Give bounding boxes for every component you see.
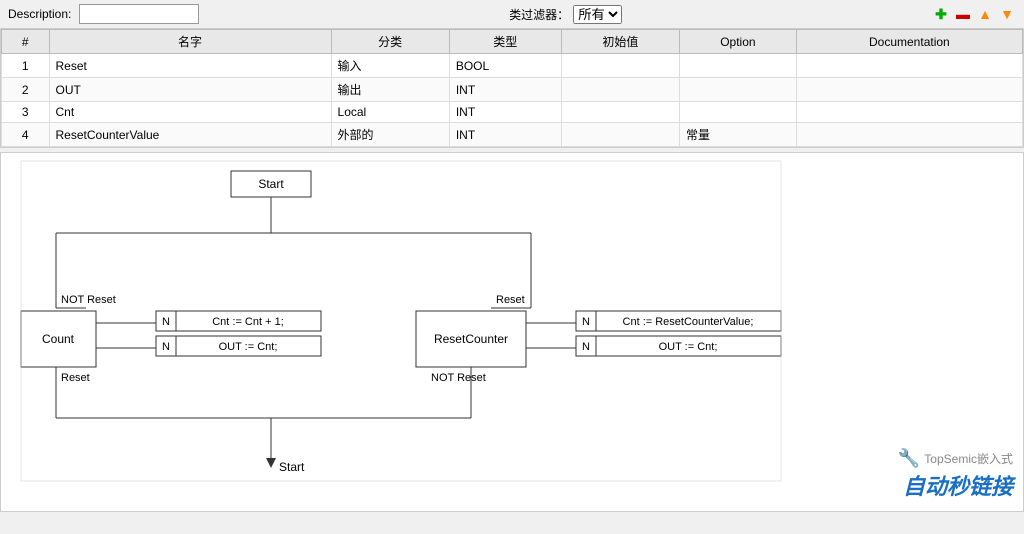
watermark: 🔧 TopSemic嵌入式 自动秒链接: [898, 448, 1013, 501]
watermark-brand: 🔧 TopSemic嵌入式: [898, 448, 1013, 469]
filter-label: 类过滤器：: [509, 6, 569, 23]
svg-text:ResetCounter: ResetCounter: [434, 332, 508, 346]
watermark-slogan: 自动秒链接: [898, 469, 1013, 501]
description-label: Description:: [8, 7, 71, 21]
variable-table: # 名字 分类 类型 初始值 Option Documentation 1Res…: [0, 28, 1024, 148]
action-icons: ✚ ▬ ▲ ▼: [932, 5, 1016, 23]
svg-text:NOT Reset: NOT Reset: [431, 372, 486, 384]
col-init: 初始值: [561, 30, 679, 54]
svg-text:OUT := Cnt;: OUT := Cnt;: [659, 341, 718, 353]
svg-text:Reset: Reset: [61, 372, 90, 384]
col-option: Option: [680, 30, 797, 54]
move-up-icon[interactable]: ▲: [976, 5, 994, 23]
svg-text:N: N: [162, 341, 170, 353]
svg-text:Count: Count: [42, 332, 75, 346]
filter-group: 类过滤器： 所有: [509, 5, 622, 24]
col-type: 类型: [449, 30, 561, 54]
diagram-svg: Start NOT Reset Reset Count Reset N N: [1, 153, 1023, 511]
svg-text:NOT Reset: NOT Reset: [61, 294, 116, 306]
table-row: 1Reset输入BOOL: [2, 54, 1023, 78]
svg-text:N: N: [582, 316, 590, 328]
svg-text:Cnt := Cnt + 1;: Cnt := Cnt + 1;: [212, 316, 284, 328]
svg-text:Start: Start: [258, 177, 284, 191]
col-id: #: [2, 30, 50, 54]
svg-text:Start: Start: [279, 460, 305, 474]
table-row: 4ResetCounterValue外部的INT常量: [2, 123, 1023, 147]
top-bar: Description: 类过滤器： 所有 ✚ ▬ ▲ ▼: [0, 0, 1024, 28]
col-doc: Documentation: [796, 30, 1022, 54]
svg-text:OUT := Cnt;: OUT := Cnt;: [219, 341, 278, 353]
move-down-icon[interactable]: ▼: [998, 5, 1016, 23]
svg-text:Reset: Reset: [496, 294, 525, 306]
svg-text:N: N: [162, 316, 170, 328]
svg-text:Cnt := ResetCounterValue;: Cnt := ResetCounterValue;: [623, 316, 754, 328]
table-row: 3CntLocalINT: [2, 102, 1023, 123]
col-name: 名字: [49, 30, 331, 54]
add-icon[interactable]: ✚: [932, 5, 950, 23]
filter-select[interactable]: 所有: [573, 5, 622, 24]
description-input[interactable]: [79, 4, 199, 24]
svg-text:N: N: [582, 341, 590, 353]
diagram-area: Start NOT Reset Reset Count Reset N N: [0, 152, 1024, 512]
remove-icon[interactable]: ▬: [954, 5, 972, 23]
table-row: 2OUT输出INT: [2, 78, 1023, 102]
col-category: 分类: [331, 30, 449, 54]
